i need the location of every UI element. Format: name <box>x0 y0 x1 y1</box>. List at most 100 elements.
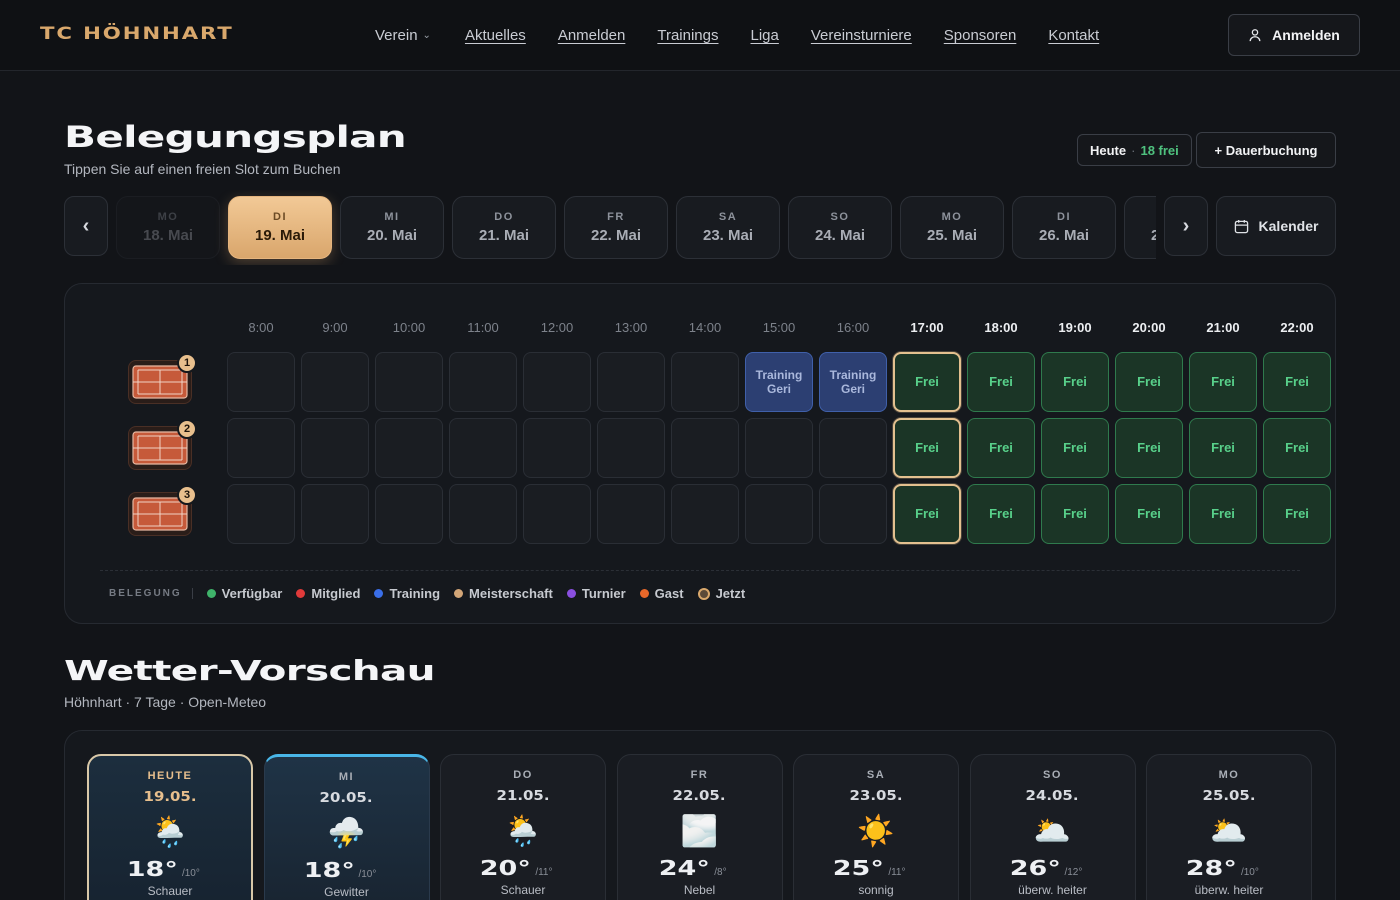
slot-free[interactable]: Frei <box>967 352 1035 412</box>
nav-link-liga[interactable]: Liga <box>751 27 779 44</box>
slot-free[interactable]: Frei <box>1263 418 1331 478</box>
day-tab[interactable]: SO 24. Mai <box>788 196 892 259</box>
slot-free[interactable]: Frei <box>1115 484 1183 544</box>
day-tab-weekday: SA <box>718 211 738 223</box>
nav-link-kontakt[interactable]: Kontakt <box>1048 27 1099 44</box>
prev-days-button[interactable]: ‹ <box>64 196 108 256</box>
dauerbuchung-button[interactable]: + Dauerbuchung <box>1196 132 1336 168</box>
next-days-button[interactable]: › <box>1164 196 1208 256</box>
slot-empty[interactable] <box>671 352 739 412</box>
slot-free[interactable]: Frei <box>1115 352 1183 412</box>
slot-free[interactable]: Frei <box>1041 418 1109 478</box>
slot-empty[interactable] <box>597 352 665 412</box>
day-tab-date: 18. Mai <box>142 227 194 244</box>
nav-verein-dropdown[interactable]: Verein ⌄ <box>375 27 431 44</box>
weather-icon: 🌦️ <box>504 815 542 848</box>
day-tab[interactable]: MI27. Mai <box>1124 196 1156 259</box>
weather-icon: ⛈️ <box>327 817 366 850</box>
slot-free[interactable]: Frei <box>967 418 1035 478</box>
day-tab-weekday: SO <box>830 211 850 223</box>
weather-day-card: SA 23.05. ☀️ 25°/11° sonnig <box>793 754 959 900</box>
slot-empty[interactable] <box>449 418 517 478</box>
slot-free[interactable]: Frei <box>1189 352 1257 412</box>
slot-empty[interactable] <box>449 484 517 544</box>
slot-empty[interactable] <box>819 484 887 544</box>
slot-free[interactable]: Frei <box>1263 484 1331 544</box>
legend-swatch <box>697 587 710 600</box>
hour-header: 21:00 <box>1206 320 1240 335</box>
day-tab[interactable]: FR 22. Mai <box>564 196 668 259</box>
weather-condition: Gewitter <box>324 885 369 899</box>
hour-header: 15:00 <box>762 320 796 335</box>
nav-link-trainings[interactable]: Trainings <box>657 27 718 44</box>
day-tab-date: 24. Mai <box>814 227 866 244</box>
slot-empty[interactable] <box>375 352 443 412</box>
nav-verein-label: Verein <box>375 27 418 44</box>
slot-empty[interactable] <box>671 484 739 544</box>
slot-free[interactable]: Frei <box>1263 352 1331 412</box>
hour-header: 18:00 <box>984 320 1018 335</box>
day-tab[interactable]: DI 19. Mai <box>228 196 332 259</box>
slot-free[interactable]: Frei <box>1189 484 1257 544</box>
slot-empty[interactable] <box>301 418 369 478</box>
day-tab-weekday: MO <box>941 211 963 223</box>
weather-icon: 🌦️ <box>151 816 189 849</box>
day-tab[interactable]: DO 21. Mai <box>452 196 556 259</box>
slot-empty[interactable] <box>227 352 295 412</box>
day-tab[interactable]: MO 18. Mai <box>116 196 220 259</box>
slot-free[interactable]: Frei <box>1115 418 1183 478</box>
brand-logo[interactable]: TC HÖHNHART <box>40 24 234 44</box>
weather-subtitle: Höhnhart · 7 Tage · Open-Meteo <box>64 694 267 710</box>
nav-link-anmelden[interactable]: Anmelden <box>558 27 626 44</box>
slot-empty[interactable] <box>819 418 887 478</box>
day-tab-weekday: DI <box>1057 211 1071 223</box>
weather-temp-max: 18° <box>126 857 178 881</box>
slot-free[interactable]: Frei <box>1041 484 1109 544</box>
legend-label: Verfügbar <box>221 586 283 601</box>
legend-swatch <box>454 589 464 598</box>
weather-condition: Nebel <box>683 883 716 897</box>
slot-training[interactable]: Training Geri <box>819 352 887 412</box>
nav-link-aktuelles[interactable]: Aktuelles <box>465 27 526 44</box>
slot-free[interactable]: Frei <box>893 418 961 478</box>
slot-empty[interactable] <box>227 418 295 478</box>
slot-empty[interactable] <box>745 418 813 478</box>
slot-empty[interactable] <box>523 352 591 412</box>
slot-empty[interactable] <box>375 418 443 478</box>
day-tab[interactable]: DI 26. Mai <box>1012 196 1116 259</box>
slot-empty[interactable] <box>745 484 813 544</box>
slot-empty[interactable] <box>597 484 665 544</box>
weather-date: 22.05. <box>673 789 726 804</box>
slot-empty[interactable] <box>301 352 369 412</box>
hour-header: 8:00 <box>248 320 274 335</box>
nav-link-sponsoren[interactable]: Sponsoren <box>944 27 1017 44</box>
slot-empty[interactable] <box>301 484 369 544</box>
slot-empty[interactable] <box>449 352 517 412</box>
login-button[interactable]: Anmelden <box>1228 14 1360 56</box>
weather-temps: 24°/8° <box>659 856 726 880</box>
weather-day-card: DO 21.05. 🌦️ 20°/11° Schauer <box>440 754 606 900</box>
slot-empty[interactable] <box>523 484 591 544</box>
slot-empty[interactable] <box>227 484 295 544</box>
slot-empty[interactable] <box>375 484 443 544</box>
slot-empty[interactable] <box>597 418 665 478</box>
calendar-button-label: Kalender <box>1258 218 1319 234</box>
court-number-badge: 3 <box>177 485 197 505</box>
slot-free[interactable]: Frei <box>1041 352 1109 412</box>
slot-free[interactable]: Frei <box>967 484 1035 544</box>
day-tab[interactable]: MO 25. Mai <box>900 196 1004 259</box>
chevron-left-icon: ‹ <box>82 214 90 237</box>
calendar-button[interactable]: Kalender <box>1216 196 1336 256</box>
weather-date: 21.05. <box>496 789 550 804</box>
slot-empty[interactable] <box>671 418 739 478</box>
plan-subtitle: Tippen Sie auf einen freien Slot zum Buc… <box>64 161 341 177</box>
nav-link-vereinsturniere[interactable]: Vereinsturniere <box>811 27 912 44</box>
slot-empty[interactable] <box>523 418 591 478</box>
slot-free[interactable]: Frei <box>893 484 961 544</box>
day-tab[interactable]: SA 23. Mai <box>676 196 780 259</box>
slot-free[interactable]: Frei <box>1189 418 1257 478</box>
slot-training[interactable]: Training Geri <box>745 352 813 412</box>
day-tab[interactable]: MI 20. Mai <box>340 196 444 259</box>
user-icon <box>1249 29 1261 42</box>
slot-free[interactable]: Frei <box>893 352 961 412</box>
